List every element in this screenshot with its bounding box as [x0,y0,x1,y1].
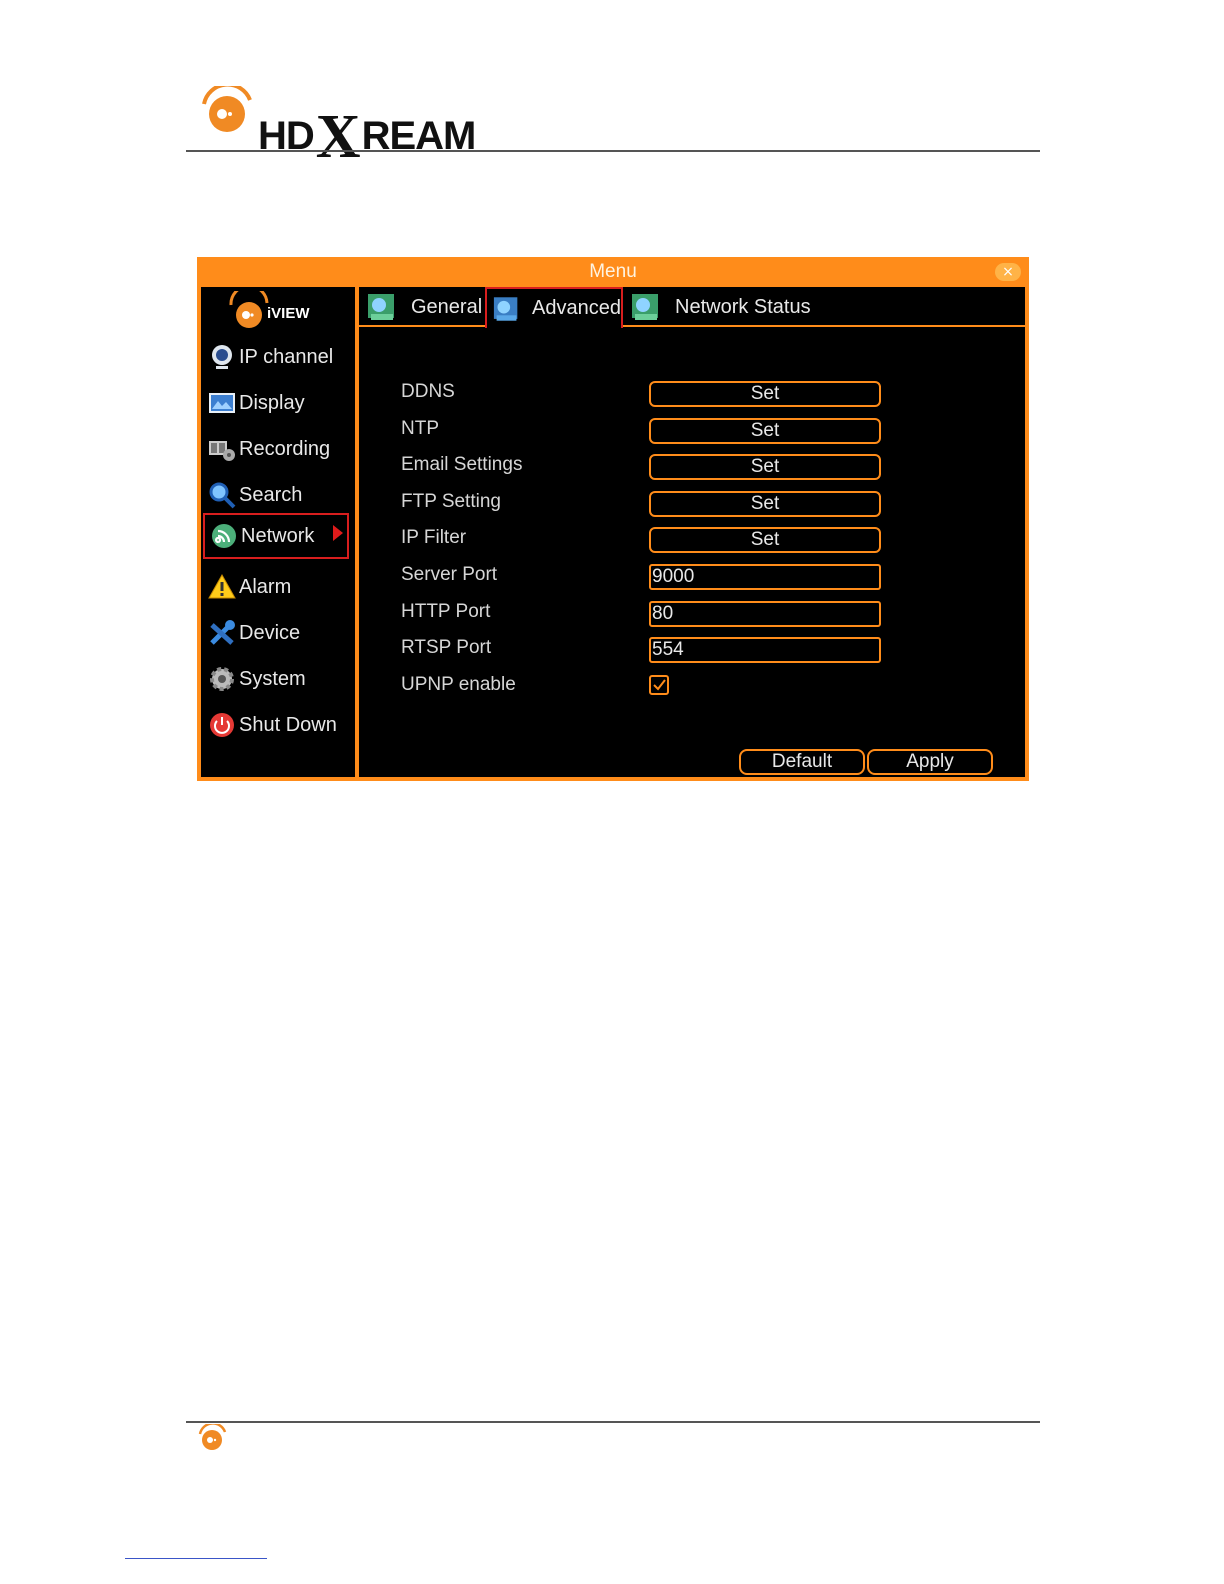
sidebar-item-search[interactable]: Search [203,475,349,515]
system-gear-icon [207,664,237,694]
power-icon [207,710,237,740]
network-page-icon [632,294,658,320]
ip-filter-set-button[interactable]: Set [649,527,881,553]
sidebar-item-display[interactable]: Display [203,383,349,423]
rtsp-port-label: RTSP Port [401,637,492,658]
email-settings-set-button[interactable]: Set [649,454,881,480]
network-icon [209,521,239,551]
recording-icon [207,434,237,464]
alarm-icon [207,572,237,602]
menu-window: Menu × iVIEW IP channel Display Recordin… [197,257,1029,781]
camera-logo-icon [202,86,252,132]
ftp-setting-label: FTP Setting [401,491,501,512]
sidebar-item-system[interactable]: System [203,659,349,699]
http-port-label: HTTP Port [401,601,491,622]
sidebar-item-label: System [239,667,306,690]
sidebar-item-label: Alarm [239,575,292,598]
sidebar-item-label: Device [239,621,301,644]
brand-wordmark: HDXREAM [258,103,476,171]
ntp-set-button[interactable]: Set [649,418,881,444]
iview-logo-text: iVIEW [267,305,310,322]
network-page-icon [368,294,394,320]
sidebar: iVIEW IP channel Display Recording Searc… [201,287,357,777]
rtsp-port-input[interactable]: 554 [649,637,881,663]
active-arrow-icon [333,525,343,541]
ntp-label: NTP [401,418,439,439]
server-port-input[interactable]: 9000 [649,564,881,590]
upnp-enable-label: UPNP enable [401,674,516,695]
sidebar-item-ip-channel[interactable]: IP channel [203,337,349,377]
ftp-setting-set-button[interactable]: Set [649,491,881,517]
sidebar-item-label: Shut Down [239,713,337,736]
sidebar-item-label: Network [241,524,315,547]
close-icon[interactable]: × [995,263,1021,281]
sidebar-item-label: Display [239,391,305,414]
tab-label: Advanced [532,297,621,319]
tab-label: Network Status [675,295,811,318]
brand-logo: HDXREAM [200,86,476,171]
ddns-set-button[interactable]: Set [649,381,881,407]
search-icon [207,480,237,510]
sidebar-item-label: Search [239,483,303,506]
iview-logo: iVIEW [229,291,319,331]
camera-icon [207,342,237,372]
server-port-label: Server Port [401,564,498,585]
tab-network-status[interactable]: Network Status [625,287,815,327]
ip-filter-label: IP Filter [401,527,467,548]
http-port-input[interactable]: 80 [649,601,881,627]
content-panel: General Advanced Network Status DDNS Set… [359,287,1025,777]
sidebar-item-label: Recording [239,437,331,460]
window-title: Menu [589,261,637,282]
footer-divider [186,1421,1040,1423]
sidebar-item-network[interactable]: Network [203,513,349,559]
tab-bar: General Advanced Network Status [359,287,1025,328]
email-settings-label: Email Settings [401,454,523,475]
header-divider [186,150,1040,152]
sidebar-item-device[interactable]: Device [203,613,349,653]
sidebar-item-shut-down[interactable]: Shut Down [203,705,349,745]
iview-logo-icon [229,291,269,328]
tab-label: General [411,295,483,318]
tab-general[interactable]: General [361,287,483,327]
device-icon [207,618,237,648]
footer-camera-logo-icon [198,1424,227,1450]
footer-link-underline[interactable] [125,1558,267,1559]
sidebar-item-label: IP channel [239,345,334,368]
sidebar-item-alarm[interactable]: Alarm [203,567,349,607]
apply-button[interactable]: Apply [867,749,993,775]
display-icon [207,388,237,418]
default-button[interactable]: Default [739,749,865,775]
network-page-icon [493,296,518,321]
sidebar-item-recording[interactable]: Recording [203,429,349,469]
checkmark-icon [653,679,666,691]
tab-advanced[interactable]: Advanced [485,287,623,328]
upnp-enable-checkbox[interactable] [649,675,669,695]
ddns-label: DDNS [401,381,455,402]
